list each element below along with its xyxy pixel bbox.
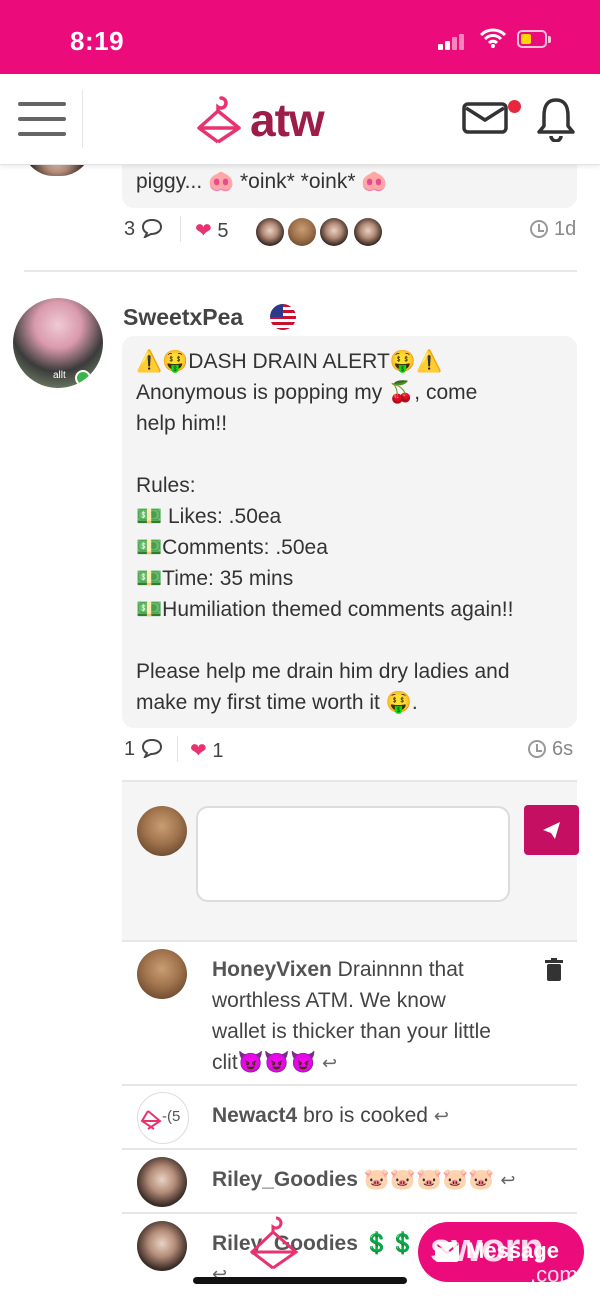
navbar-divider xyxy=(82,90,83,148)
comment-line: worthless ATM. We know xyxy=(212,989,446,1012)
comment-count-value: 1 xyxy=(124,738,136,760)
comment-text: Newact4 bro is cooked ↩ xyxy=(212,1100,449,1132)
avatar[interactable]: -(5 xyxy=(137,1092,189,1144)
unread-dot xyxy=(508,100,521,113)
post-line: 💵Comments: .50ea xyxy=(136,536,328,559)
online-indicator xyxy=(75,370,91,386)
comment-text: HoneyVixen Drainnnn that xyxy=(212,954,464,985)
reply-icon[interactable]: ↩ xyxy=(500,1170,515,1190)
reply-icon[interactable]: ↩ xyxy=(322,1053,337,1073)
site-logo[interactable]: atw xyxy=(195,92,365,148)
vertical-divider xyxy=(177,736,178,762)
us-flag-icon xyxy=(270,304,296,330)
avatar xyxy=(256,218,284,246)
avatar[interactable] xyxy=(137,949,187,999)
timestamp: 1d xyxy=(530,218,576,241)
clock-icon xyxy=(530,220,548,238)
watermark-hanger-icon xyxy=(246,1214,310,1279)
paper-plane-icon xyxy=(543,822,560,839)
comment-line: clit😈😈😈 xyxy=(212,1051,317,1074)
comment-input[interactable] xyxy=(196,806,510,902)
logo-text: atw xyxy=(250,94,325,146)
post-line: ⚠️🤑DASH DRAIN ALERT🤑⚠️ xyxy=(136,350,443,373)
send-button[interactable] xyxy=(524,805,579,855)
avatar[interactable] xyxy=(137,1221,187,1271)
avatar[interactable] xyxy=(137,1157,187,1207)
avatar xyxy=(320,218,348,246)
comment-line: Drainnnn that xyxy=(337,958,464,981)
comment-line: bro is cooked xyxy=(303,1104,428,1127)
post-line: help him!! xyxy=(136,412,228,435)
avatar xyxy=(288,218,316,246)
post-line: 💵Humiliation themed comments again!! xyxy=(136,598,514,621)
battery-icon xyxy=(517,30,551,48)
comment-text: Riley_Goodies 🐷🐷🐷🐷🐷 ↩ xyxy=(212,1164,515,1196)
comment-text: Riley_Goodies 💲💲 xyxy=(212,1228,416,1259)
comment-username[interactable]: Riley_Goodies xyxy=(212,1168,358,1191)
wifi-icon xyxy=(480,28,506,48)
reply-icon[interactable]: ↩ xyxy=(212,1258,227,1290)
post-line: make my first time worth it 🤑. xyxy=(136,691,418,714)
status-time: 8:19 xyxy=(70,26,125,56)
comment-count[interactable]: 3 xyxy=(124,218,163,241)
signal-icon xyxy=(438,32,466,50)
author-username[interactable]: SweetxPea xyxy=(123,304,243,331)
post-line: Rules: xyxy=(136,474,196,497)
watermark-domain: .com xyxy=(530,1262,578,1287)
timestamp: 6s xyxy=(528,738,573,761)
reply-icon[interactable]: ↩ xyxy=(434,1106,449,1126)
heart-icon: ❤ xyxy=(190,740,207,762)
comment-username[interactable]: HoneyVixen xyxy=(212,958,332,981)
author-avatar[interactable]: allt xyxy=(13,298,103,388)
menu-icon[interactable] xyxy=(18,102,66,138)
avatar-watermark: allt xyxy=(53,370,66,381)
comment-text-last: clit😈😈😈 ↩ xyxy=(212,1047,337,1079)
post-line: Please help me drain him dry ladies and xyxy=(136,660,510,683)
post-line: 💵Time: 35 mins xyxy=(136,567,294,590)
status-bar: 8:19 xyxy=(0,0,600,74)
comment-line: wallet is thicker than your little xyxy=(212,1020,491,1043)
comment-count[interactable]: 1 xyxy=(124,738,163,761)
trash-icon[interactable] xyxy=(544,958,564,987)
bell-icon xyxy=(537,98,575,143)
comment-count-value: 3 xyxy=(124,218,136,240)
comment-line: 💲💲 xyxy=(363,1232,417,1255)
comment-bubble-icon xyxy=(141,738,162,760)
clock-icon xyxy=(528,740,546,758)
my-avatar xyxy=(137,806,187,856)
heart-icon: ❤ xyxy=(195,220,212,242)
post-divider xyxy=(24,270,577,272)
post-line: Anonymous is popping my 🍒, come xyxy=(136,381,478,404)
post-line: 💵 Likes: .50ea xyxy=(136,505,282,528)
notifications-button[interactable] xyxy=(536,96,576,147)
envelope-icon xyxy=(462,102,508,134)
home-indicator xyxy=(193,1277,407,1284)
like-count: 1 xyxy=(212,740,224,762)
hanger-logo-icon xyxy=(197,96,241,144)
comment-username[interactable]: Newact4 xyxy=(212,1104,297,1127)
messages-button[interactable] xyxy=(462,100,521,139)
likers-avatars[interactable] xyxy=(256,218,386,246)
like-count: 5 xyxy=(217,220,229,242)
comment-line: 🐷🐷🐷🐷🐷 xyxy=(363,1168,495,1191)
avatar-text: -(5 xyxy=(162,1108,181,1125)
comment-bubble-icon xyxy=(141,218,162,240)
top-navbar: atw xyxy=(0,74,600,165)
time-ago: 1d xyxy=(554,218,577,240)
like-button[interactable]: ❤ 1 xyxy=(190,738,223,763)
vertical-divider xyxy=(180,216,181,242)
like-button[interactable]: ❤ 5 xyxy=(195,218,228,243)
avatar xyxy=(354,218,382,246)
watermark-text: sworn xyxy=(430,1226,544,1270)
post-text: piggy... 🐽 *oink* *oink* 🐽 xyxy=(136,170,388,193)
time-ago: 6s xyxy=(552,738,574,760)
